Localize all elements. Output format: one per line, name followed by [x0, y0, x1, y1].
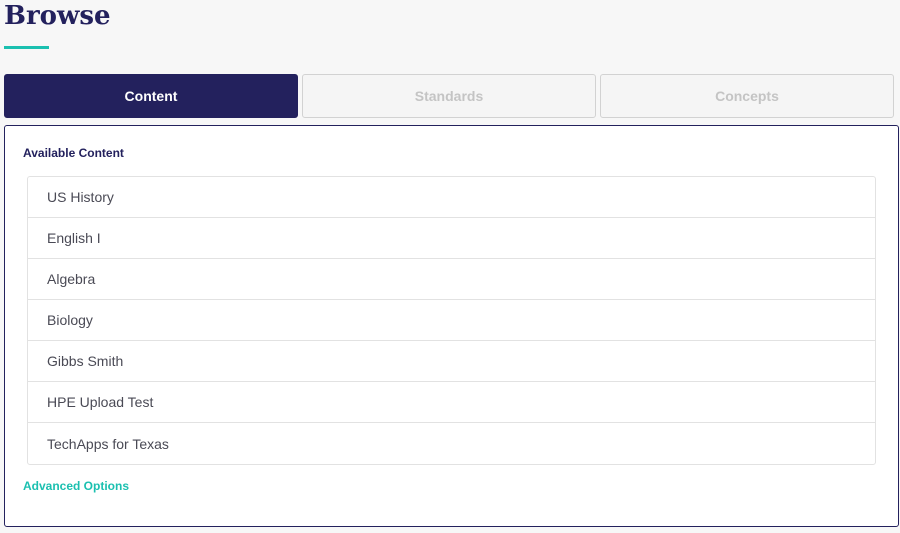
list-item-biology[interactable]: Biology: [28, 300, 875, 341]
list-item-hpe-upload-test[interactable]: HPE Upload Test: [28, 382, 875, 423]
content-panel: Available Content US History English I A…: [4, 125, 899, 527]
list-item-gibbs-smith[interactable]: Gibbs Smith: [28, 341, 875, 382]
page-title: Browse: [4, 1, 111, 31]
list-item-algebra[interactable]: Algebra: [28, 259, 875, 300]
content-list: US History English I Algebra Biology Gib…: [27, 176, 876, 465]
tab-concepts[interactable]: Concepts: [600, 74, 894, 118]
list-item-us-history[interactable]: US History: [28, 177, 875, 218]
tab-content[interactable]: Content: [4, 74, 298, 118]
available-content-heading: Available Content: [23, 146, 124, 160]
advanced-options-link[interactable]: Advanced Options: [23, 479, 129, 493]
title-underline: [4, 46, 49, 49]
tab-standards[interactable]: Standards: [302, 74, 596, 118]
browse-page: Browse Content Standards Concepts Availa…: [0, 0, 900, 533]
list-item-english-i[interactable]: English I: [28, 218, 875, 259]
list-item-techapps-for-texas[interactable]: TechApps for Texas: [28, 423, 875, 464]
browse-tabs: Content Standards Concepts: [4, 74, 895, 118]
